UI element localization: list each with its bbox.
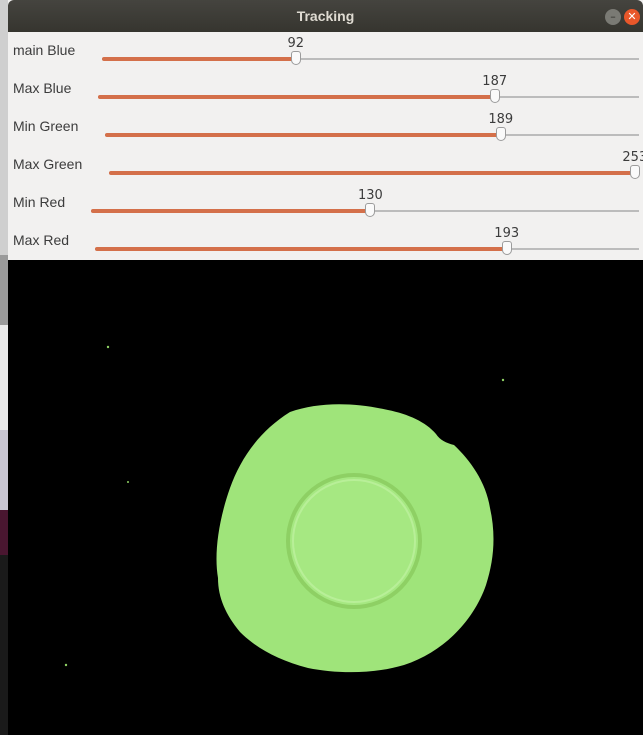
mask-preview [8,260,643,735]
trackbar-label: main Blue [13,42,76,58]
trackbar-track[interactable]: 92 [102,36,639,65]
window-titlebar[interactable]: Tracking – ✕ [8,0,643,32]
trackbar-fill [105,133,501,137]
desktop-background [0,0,8,735]
trackbar-fill [102,57,296,61]
trackbar-min-red: Min Red 130 [8,184,643,222]
trackbar-main-blue: main Blue 92 [8,32,643,70]
desktop-background-segment [0,430,8,510]
desktop-background-segment [0,555,8,735]
trackbar-thumb[interactable] [489,89,500,103]
tracking-window: Tracking – ✕ main Blue 92 Max Blue 187 M… [8,0,643,735]
minimize-icon[interactable]: – [605,9,621,25]
trackbar-value: 187 [482,74,508,89]
trackbar-label: Min Green [13,118,79,134]
trackbar-thumb[interactable] [495,127,506,141]
trackbar-value: 130 [357,188,383,203]
window-title: Tracking [296,8,355,24]
trackbar-thumb[interactable] [501,241,512,255]
mask-noise-speck [64,663,68,667]
desktop-background-segment [0,255,8,325]
detected-object-inner-ring [286,473,422,609]
trackbar-max-red: Max Red 193 [8,222,643,260]
trackbar-max-blue: Max Blue 187 [8,70,643,108]
trackbar-fill [95,247,507,251]
trackbar-max-green: Max Green 253 [8,146,643,184]
desktop-background-segment [0,510,8,555]
trackbar-track[interactable]: 253 [109,150,643,179]
mask-noise-speck [106,345,110,349]
mask-noise-speck [501,378,505,382]
trackbar-track[interactable]: 189 [105,112,639,141]
trackbar-value: 193 [494,226,520,241]
trackbar-value: 253 [622,150,643,165]
trackbar-track[interactable]: 130 [91,188,639,217]
trackbar-panel: main Blue 92 Max Blue 187 Min Green 189 [8,32,643,260]
close-icon[interactable]: ✕ [624,9,640,25]
trackbar-track[interactable]: 193 [95,226,639,255]
trackbar-label: Min Red [13,194,66,210]
trackbar-track[interactable]: 187 [98,74,639,103]
trackbar-thumb[interactable] [629,165,640,179]
trackbar-thumb[interactable] [290,51,301,65]
trackbar-label: Max Green [13,156,83,172]
trackbar-min-green: Min Green 189 [8,108,643,146]
trackbar-label: Max Blue [13,80,72,96]
trackbar-fill [109,171,635,175]
trackbar-fill [98,95,495,99]
trackbar-fill [91,209,371,213]
trackbar-label: Max Red [13,232,70,248]
detected-object-image [64,345,505,673]
trackbar-value: 189 [488,112,514,127]
trackbar-thumb[interactable] [365,203,376,217]
desktop-background-segment [0,325,8,430]
trackbar-value: 92 [287,36,305,51]
mask-noise-speck [127,481,129,483]
